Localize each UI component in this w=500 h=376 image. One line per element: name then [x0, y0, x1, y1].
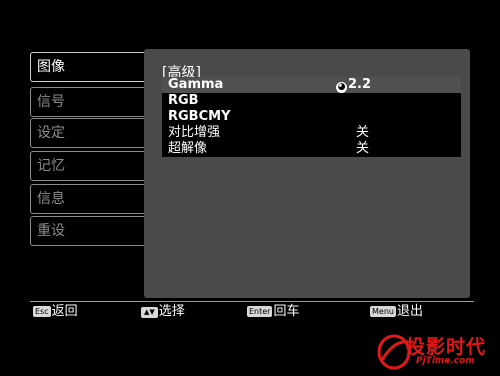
sidebar-item-signal[interactable]: 信号 [30, 87, 152, 117]
setting-value: ◕ 2.2 [336, 77, 372, 93]
setting-row-gamma[interactable]: Gamma ◕ 2.2 [162, 77, 461, 93]
sidebar-item-settings[interactable]: 设定 [30, 118, 152, 148]
setting-name: RGBCMY [168, 109, 231, 124]
watermark-text: 投影时代 [406, 336, 487, 358]
help-label: 选择 [158, 304, 185, 319]
help-bar-divider [30, 301, 474, 302]
help-enter: Enter 回车 [247, 305, 300, 319]
sidebar-item-label: 记忆 [37, 158, 65, 174]
help-label: 退出 [396, 304, 423, 319]
gamma-dial-icon: ◕ [336, 82, 347, 93]
setting-row-rgbcmy[interactable]: RGBCMY [162, 109, 461, 125]
sidebar-item-label: 重设 [37, 223, 65, 239]
sidebar-item-memory[interactable]: 记忆 [30, 151, 152, 181]
setting-name: Gamma [168, 77, 224, 92]
setting-name: RGB [168, 93, 199, 108]
sidebar-item-reset[interactable]: 重设 [30, 216, 152, 246]
help-label: 返回 [51, 304, 78, 319]
setting-name: 超解像 [168, 141, 208, 156]
setting-value: 关 [356, 125, 370, 140]
sidebar-item-label: 图像 [37, 59, 65, 75]
help-exit: Menu 退出 [370, 305, 423, 319]
esc-key-icon: Esc [33, 306, 51, 317]
watermark-url: PjTime.com [416, 356, 475, 366]
setting-row-rgb[interactable]: RGB [162, 93, 461, 109]
sidebar-item-label: 设定 [37, 125, 65, 141]
setting-row-contrast-enhance[interactable]: 对比增强 关 [162, 125, 461, 141]
advanced-settings-panel: [高级] Gamma ◕ 2.2 RGB RGBCMY 对比增强 关 超解像 关 [144, 49, 470, 298]
help-label: 回车 [273, 304, 300, 319]
help-select: ▲▼ 选择 [141, 305, 185, 319]
help-back: Esc 返回 [33, 305, 78, 319]
setting-value: 关 [356, 141, 370, 156]
up-down-arrows-icon: ▲▼ [141, 307, 158, 318]
sidebar-item-info[interactable]: 信息 [30, 184, 152, 214]
pjtime-watermark: 投影时代 PjTime.com [374, 330, 496, 372]
menu-key-icon: Menu [370, 306, 396, 317]
setting-row-super-resolution[interactable]: 超解像 关 [162, 141, 461, 157]
sidebar-item-label: 信息 [37, 191, 65, 207]
sidebar-item-image[interactable]: 图像 [30, 52, 152, 82]
settings-list: Gamma ◕ 2.2 RGB RGBCMY 对比增强 关 超解像 关 [162, 77, 461, 157]
projector-osd-menu: 图像 信号 设定 记忆 信息 重设 [高级] Gamma ◕ 2.2 RGB RG… [0, 0, 500, 375]
enter-key-icon: Enter [247, 306, 273, 317]
setting-name: 对比增强 [168, 125, 221, 140]
sidebar-item-label: 信号 [37, 94, 65, 110]
